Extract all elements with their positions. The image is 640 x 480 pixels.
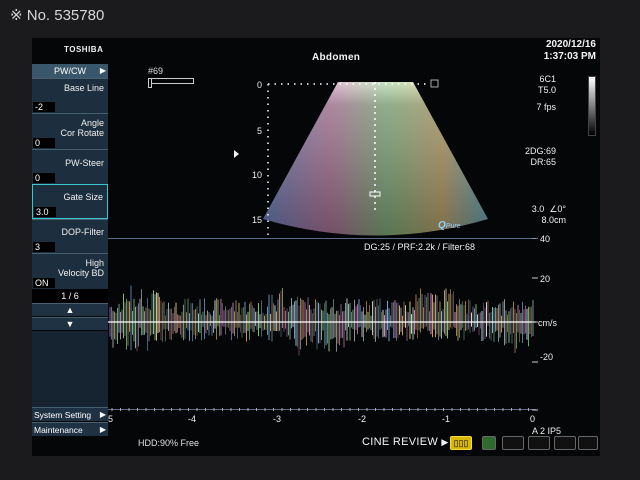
time-label: -3	[273, 414, 282, 424]
dynamic-range: DR:65	[530, 157, 556, 167]
triangle-right-icon: ▶	[99, 410, 106, 419]
photo-label: ※ No. 535780	[10, 7, 105, 24]
cine-tab[interactable]	[502, 436, 524, 450]
time-label: -4	[188, 414, 197, 424]
cine-review-label[interactable]: CINE REVIEW ▶	[362, 436, 449, 448]
hdd-status: HDD:90% Free	[138, 438, 200, 448]
menu-item-label: Angle Cor Rotate	[60, 118, 104, 138]
doppler-spectrum	[108, 238, 538, 411]
mode-header-pw-cw[interactable]: PW/CW ▶	[32, 64, 108, 78]
doppler-spectrum-area: DG:25 / PRF:2.2k / Filter:68 40 20 cm/s …	[108, 234, 600, 428]
sector-color-overlay	[263, 82, 488, 236]
time-label: -2	[358, 414, 367, 424]
menu-item-value: 0	[33, 138, 55, 148]
menu-item-angle-cor-rotate[interactable]: Angle Cor Rotate 0	[32, 113, 108, 149]
qpure-text: Pure	[445, 223, 461, 230]
velocity-label: -20	[540, 352, 554, 362]
focus-marker-icon	[234, 150, 239, 158]
depth-label: 15	[251, 215, 262, 225]
film-icon: ▯▯▯	[453, 438, 469, 448]
menu-item-label: High Velocity BD	[57, 258, 104, 278]
triangle-down-icon: ▼	[65, 319, 75, 329]
mode-label: PW/CW	[54, 66, 86, 76]
time-label: -1	[442, 414, 451, 424]
velocity-label: 40	[540, 234, 551, 244]
brand-logo: TOSHIBA	[64, 45, 104, 54]
2d-gain: 2DG:69	[524, 146, 556, 156]
menu-item-value: 3.0	[34, 207, 56, 217]
triangle-up-icon: ▲	[65, 305, 75, 315]
ultrasound-monitor: TOSHIBA Abdomen 2020/12/16 1:37:03 PM PW…	[32, 38, 600, 456]
gate-size-readout: 3.0	[531, 204, 545, 214]
qpure-logo: QPure	[438, 220, 461, 231]
probe-code: 6C1	[539, 74, 556, 84]
date-time: 2020/12/16 1:37:03 PM	[544, 39, 596, 63]
menu-item-dop-filter[interactable]: DOP-Filter 3	[32, 219, 108, 253]
doppler-info: DG:25 / PRF:2.2k / Filter:68	[364, 242, 476, 252]
page-up-button[interactable]: ▲	[32, 303, 108, 316]
cine-tab[interactable]	[554, 436, 576, 450]
menu-item-value: -2	[33, 102, 55, 112]
page-down-button[interactable]: ▼	[32, 317, 108, 330]
date: 2020/12/16	[545, 39, 596, 50]
depth-label: 5	[256, 126, 262, 136]
depth-label: 0	[256, 80, 262, 90]
system-setting-button[interactable]: System Setting ▶	[32, 407, 108, 421]
menu-item-high-velocity-bd[interactable]: High Velocity BD ON	[32, 253, 108, 289]
menu-item-value: 3	[33, 242, 55, 252]
acquisition-params: 6C1 T5.0 7 fps 2DG:69 DR:65	[525, 74, 556, 168]
probe-info: A 2 IP5	[532, 426, 562, 436]
transmit-freq: T5.0	[537, 85, 556, 95]
menu-item-label: Base Line	[63, 83, 104, 93]
depth-readout: 8.0cm	[541, 215, 566, 225]
triangle-right-icon: ▶	[99, 66, 106, 75]
menu-item-label: DOP-Filter	[61, 227, 105, 237]
angle-readout: ∠0°	[549, 204, 566, 214]
menu-item-pw-steer[interactable]: PW-Steer 0	[32, 149, 108, 184]
menu-item-base-line[interactable]: Base Line -2	[32, 78, 108, 113]
menu-item-label: PW-Steer	[65, 158, 104, 168]
menu-item-gate-size[interactable]: Gate Size 3.0	[32, 184, 108, 219]
velocity-unit: cm/s	[538, 318, 557, 328]
time-label: 5	[108, 414, 114, 424]
cine-tab[interactable]	[528, 436, 550, 450]
menu-item-value: ON	[33, 278, 55, 288]
menu-empty-area	[32, 331, 108, 407]
cine-review-text: CINE REVIEW	[362, 436, 439, 448]
frame-rate: 7 fps	[536, 102, 556, 112]
status-bar: A 2 IP5 HDD:90% Free CINE REVIEW ▶ ▯▯▯	[32, 426, 600, 456]
menu-item-value: 0	[33, 173, 55, 183]
cine-tab-active[interactable]: ▯▯▯	[450, 436, 472, 450]
steer-angle-display: 3.0 ∠0° 8.0cm	[532, 204, 566, 226]
cine-tab-clip[interactable]	[482, 436, 496, 450]
system-setting-label: System Setting	[34, 410, 92, 420]
page-indicator: 1 / 6	[32, 289, 108, 303]
cine-tab[interactable]	[578, 436, 598, 450]
time-label: 0	[530, 414, 536, 424]
b-mode-image-area: #69 0 5 10 15 6C1 T5.0 7 fps 2DG:69 DR:6…	[108, 64, 600, 240]
menu-item-label: Gate Size	[63, 192, 103, 202]
time: 1:37:03 PM	[543, 51, 596, 62]
exam-title: Abdomen	[312, 52, 361, 63]
triangle-right-icon: ▶	[441, 437, 449, 447]
orientation-marker	[430, 79, 439, 88]
gray-scale-bar	[588, 76, 596, 136]
velocity-label: 20	[540, 274, 551, 284]
depth-label: 10	[251, 170, 262, 180]
